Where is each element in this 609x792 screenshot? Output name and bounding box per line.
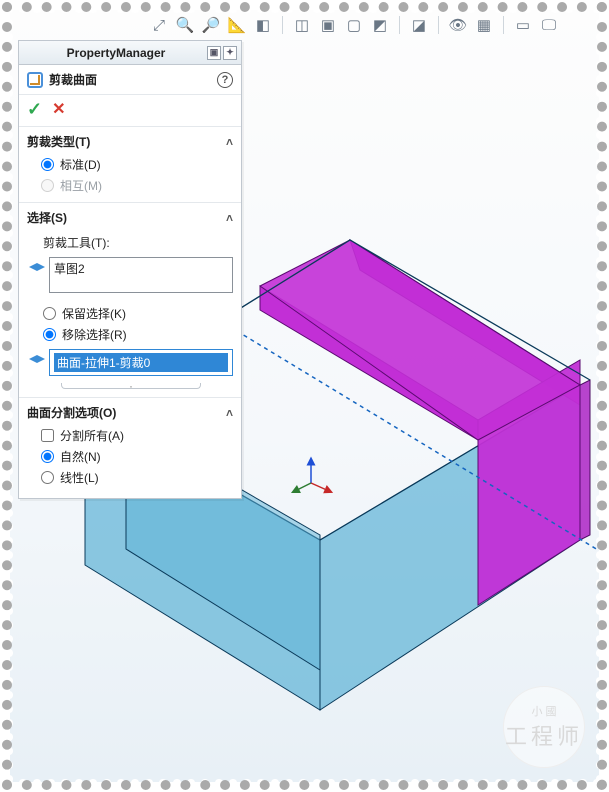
chevron-up-icon[interactable]: ˄ [226,211,233,225]
radio-natural[interactable]: 自然(N) [41,448,233,465]
selection-icon [29,351,45,367]
trim-tool-listbox[interactable]: 草图2 [49,257,233,293]
display-icon[interactable]: 🖵 [538,14,560,36]
list-item[interactable]: 草图2 [54,260,228,277]
pushpin-icon[interactable]: ✦ [223,46,237,60]
section-title-split: 曲面分割选项(O) [27,404,116,421]
panel-title: PropertyManager [25,46,207,60]
hide-show-icon[interactable]: 👁 [447,14,469,36]
capture-icon[interactable]: ▭ [512,14,534,36]
selection-listbox[interactable]: 曲面-拉伸1-剪裁0 [49,349,233,376]
ok-button[interactable]: ✓ [27,99,42,120]
zoom-icon[interactable]: 🔎 [200,14,222,36]
section-title-trim: 剪裁类型(T) [27,133,90,150]
scene-icon[interactable]: ▦ [473,14,495,36]
cancel-button[interactable]: ✕ [52,99,65,120]
section-trim-type: 剪裁类型(T) ˄ 标准(D) 相互(M) [19,127,241,203]
section-icon[interactable]: ◪ [408,14,430,36]
section-title-sel: 选择(S) [27,209,67,226]
check-split-all[interactable]: 分割所有(A) [41,427,233,444]
list-item[interactable]: 曲面-拉伸1-剪裁0 [54,353,228,372]
trim-tool-label: 剪裁工具(T): [43,234,233,251]
confirm-row: ✓ ✕ [19,95,241,127]
watermark-small: 小 國 [531,703,556,719]
expand-handle[interactable] [61,383,201,389]
radio-mutual: 相互(M) [41,177,233,194]
hidden-icon[interactable]: ◩ [369,14,391,36]
chevron-up-icon[interactable]: ˄ [226,406,233,420]
shaded-icon[interactable]: ▣ [317,14,339,36]
zoom-area-icon[interactable]: 🔍 [174,14,196,36]
view-orient-icon[interactable]: 📐 [226,14,248,36]
keep-visible-icon[interactable]: ▣ [207,46,221,60]
watermark-big: 工程师 [505,719,583,751]
section-split-options: 曲面分割选项(O) ˄ 分割所有(A) 自然(N) 线性(L) [19,398,241,498]
radio-keep[interactable]: 保留选择(K) [43,305,233,322]
cube-icon[interactable]: ◫ [291,14,313,36]
trim-surface-icon [27,72,43,88]
panel-header: PropertyManager ▣ ✦ [19,41,241,65]
zoom-fit-icon[interactable]: ⤢ [148,14,170,36]
orientation-triad[interactable] [295,455,335,500]
chevron-up-icon[interactable]: ˄ [226,135,233,149]
feature-name: 剪裁曲面 [49,71,97,88]
property-manager-panel: PropertyManager ▣ ✦ 剪裁曲面 ? ✓ ✕ 剪裁类型(T) ˄ [18,40,242,499]
display-style-icon[interactable]: ◧ [252,14,274,36]
radio-linear[interactable]: 线性(L) [41,469,233,486]
radio-remove[interactable]: 移除选择(R) [43,326,233,343]
view-toolbar: ⤢ 🔍 🔎 📐 ◧ ◫ ▣ ▢ ◩ ◪ 👁 ▦ ▭ 🖵 [148,14,587,36]
radio-standard[interactable]: 标准(D) [41,156,233,173]
wireframe-icon[interactable]: ▢ [343,14,365,36]
trim-tool-icon [29,259,45,275]
feature-row: 剪裁曲面 ? [19,65,241,95]
watermark: 小 國 工程师 [503,686,585,768]
section-selection: 选择(S) ˄ 剪裁工具(T): 草图2 保留选择(K) [19,203,241,398]
help-icon[interactable]: ? [217,72,233,88]
